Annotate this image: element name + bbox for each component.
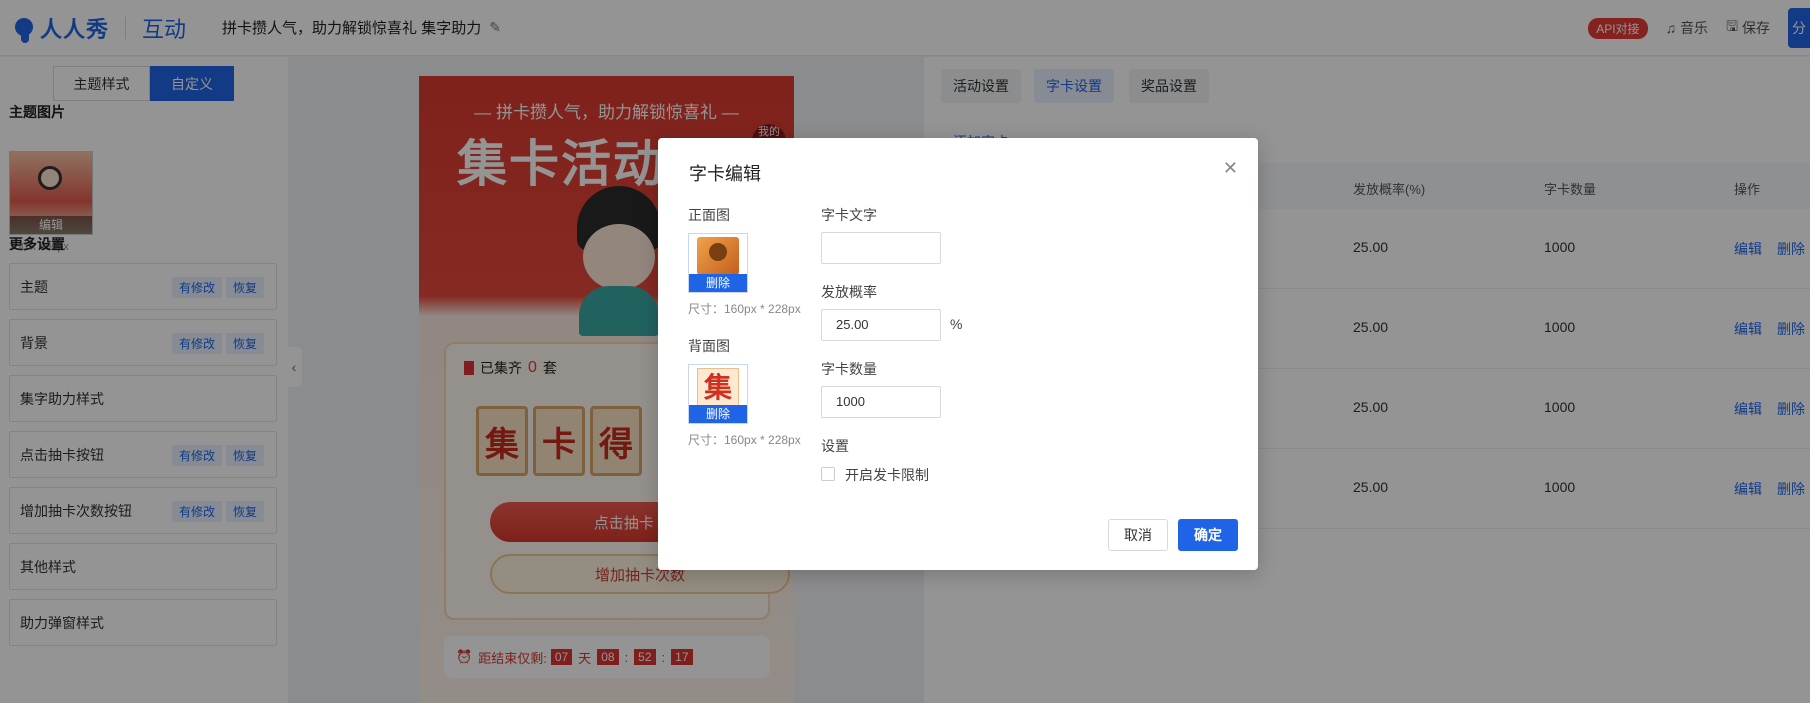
back-image-size: 尺寸：160px * 228px [688, 433, 801, 447]
quantity-label: 字卡数量 [821, 361, 877, 377]
front-image-size: 尺寸：160px * 228px [688, 302, 801, 316]
card-text-label: 字卡文字 [821, 207, 877, 223]
card-edit-dialog: 字卡编辑 ✕ 正面图 删除 尺寸：160px * 228px 背面图 集 删除 … [658, 138, 1258, 570]
front-image-upload[interactable]: 删除 [688, 233, 748, 293]
card-back-image: 集 [697, 368, 739, 406]
cancel-button[interactable]: 取消 [1108, 519, 1168, 551]
settings-label: 设置 [821, 438, 849, 454]
confirm-button[interactable]: 确定 [1178, 519, 1238, 551]
card-text-input[interactable] [821, 232, 941, 264]
back-image-delete-button[interactable]: 删除 [689, 405, 747, 423]
monkey-card-image [697, 237, 739, 275]
percent-unit: % [950, 316, 963, 332]
front-image-delete-button[interactable]: 删除 [689, 274, 747, 292]
limit-label[interactable]: 开启发卡限制 [845, 465, 929, 485]
close-icon[interactable]: ✕ [1223, 158, 1238, 179]
quantity-input[interactable]: 1000 [821, 386, 941, 418]
back-image-label: 背面图 [688, 338, 730, 354]
limit-checkbox[interactable] [821, 467, 835, 481]
probability-input[interactable]: 25.00 [821, 309, 941, 341]
probability-label: 发放概率 [821, 284, 877, 300]
front-image-label: 正面图 [688, 207, 730, 223]
back-image-upload[interactable]: 集 删除 [688, 364, 748, 424]
dialog-title: 字卡编辑 [689, 164, 761, 184]
